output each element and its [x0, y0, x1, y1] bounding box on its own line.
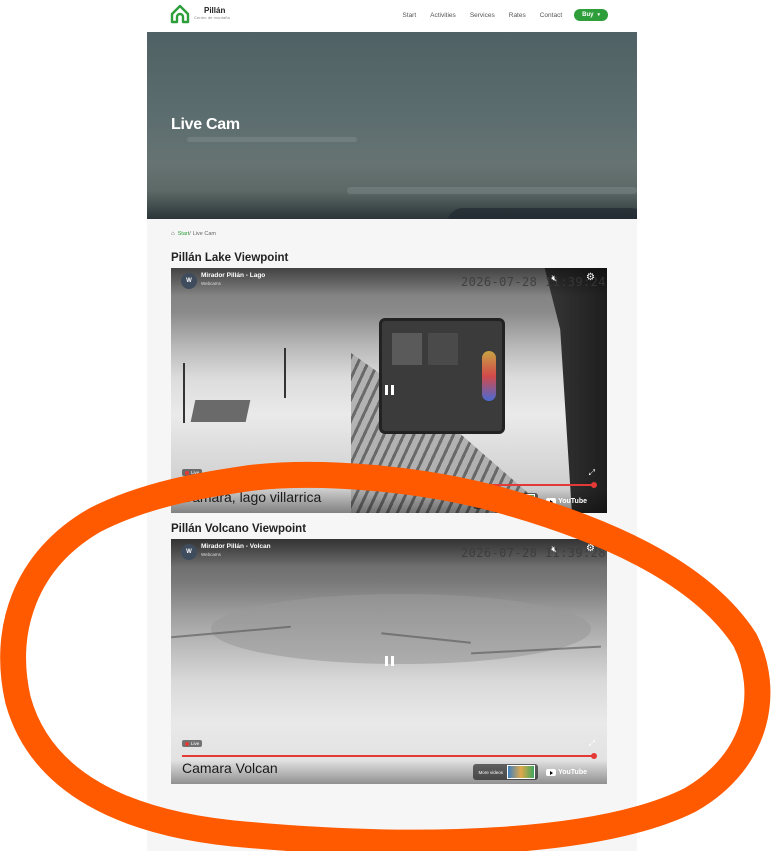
section-title-volcano: Pillán Volcano Viewpoint: [171, 523, 307, 535]
live-badge[interactable]: Live: [182, 469, 203, 476]
more-videos-label: More videos: [478, 769, 503, 775]
progress-handle[interactable]: [591, 482, 597, 488]
youtube-play-icon: [546, 769, 557, 776]
nav-services[interactable]: Services: [470, 12, 495, 19]
camera-timestamp: 2026-07-28 11:39:24: [461, 275, 606, 289]
nav-start[interactable]: Start: [402, 12, 416, 19]
channel-name: Webcams: [201, 552, 221, 557]
nav-contact[interactable]: Contact: [540, 12, 562, 19]
breadcrumb: ⌂ Start / Live Cam: [171, 231, 216, 237]
camera-timestamp: 2026-07-28 11:39:28: [461, 546, 606, 560]
brand-name[interactable]: Pillán: [204, 6, 225, 15]
pause-button[interactable]: [381, 382, 397, 398]
progress-handle[interactable]: [591, 753, 597, 759]
video-caption: Camara, lago villarrica: [182, 489, 322, 505]
nav-activities[interactable]: Activities: [430, 12, 456, 19]
hero-mountain: [447, 208, 637, 219]
live-label: Live: [191, 741, 200, 746]
site-header: Pillán Centro de montaña Start Activitie…: [147, 0, 637, 32]
breadcrumb-current: Live Cam: [192, 231, 217, 237]
youtube-play-icon: [546, 498, 557, 505]
home-icon: ⌂: [171, 231, 175, 237]
scene-shed: [190, 400, 251, 422]
progress-bar[interactable]: [182, 482, 597, 488]
live-dot-icon: [185, 470, 189, 475]
progress-bar[interactable]: [182, 753, 597, 759]
hero-banner: Live Cam: [147, 32, 637, 219]
brand-tagline: Centro de montaña: [194, 15, 230, 20]
video-title[interactable]: Mirador Pillán - Volcan: [201, 543, 271, 550]
video-caption: Camara Volcan: [182, 760, 278, 776]
live-badge[interactable]: Live: [182, 740, 203, 747]
channel-avatar[interactable]: W: [181, 273, 197, 289]
nav-rates[interactable]: Rates: [509, 12, 526, 19]
scene-gondola: [379, 318, 505, 434]
hero-cloud: [187, 137, 357, 142]
youtube-logo[interactable]: YouTube: [546, 769, 587, 776]
more-videos-button[interactable]: More videos: [473, 493, 538, 509]
more-videos-label: More videos: [478, 498, 503, 504]
breadcrumb-start-link[interactable]: Start: [178, 231, 190, 237]
buy-button[interactable]: Buy ▾: [574, 9, 608, 21]
more-videos-thumbnail: [507, 494, 535, 508]
fullscreen-icon[interactable]: ⤢: [589, 468, 595, 478]
pillan-logo-icon[interactable]: [170, 4, 190, 24]
scene-pole: [284, 348, 286, 398]
youtube-logo[interactable]: YouTube: [546, 498, 587, 505]
live-dot-icon: [185, 741, 189, 746]
video-title[interactable]: Mirador Pillán - Lago: [201, 272, 265, 279]
section-title-lake: Pillán Lake Viewpoint: [171, 252, 289, 264]
hero-cloud: [347, 187, 637, 194]
page-title: Live Cam: [171, 116, 240, 133]
gear-icon[interactable]: ⚙: [586, 272, 595, 283]
video-player-lake[interactable]: W Mirador Pillán - Lago Webcams 2026-07-…: [171, 268, 607, 513]
more-videos-thumbnail: [507, 765, 535, 779]
video-player-volcano[interactable]: W Mirador Pillán - Volcan Webcams 2026-0…: [171, 539, 607, 784]
youtube-label: YouTube: [558, 769, 587, 776]
channel-name: Webcams: [201, 281, 221, 286]
mute-icon[interactable]: 🔇︎: [551, 544, 557, 555]
chevron-down-icon: ▾: [597, 12, 600, 18]
live-label: Live: [191, 470, 200, 475]
breadcrumb-separator: /: [189, 231, 191, 237]
more-videos-button[interactable]: More videos: [473, 764, 538, 780]
pause-button[interactable]: [381, 653, 397, 669]
channel-avatar[interactable]: W: [181, 544, 197, 560]
mute-icon[interactable]: 🔇︎: [551, 273, 557, 284]
fullscreen-icon[interactable]: ⤢: [589, 739, 595, 749]
youtube-label: YouTube: [558, 498, 587, 505]
scene-pole: [183, 363, 185, 423]
buy-button-label: Buy: [582, 12, 594, 18]
gear-icon[interactable]: ⚙: [586, 543, 595, 554]
main-nav: Start Activities Services Rates Contact …: [388, 9, 608, 21]
